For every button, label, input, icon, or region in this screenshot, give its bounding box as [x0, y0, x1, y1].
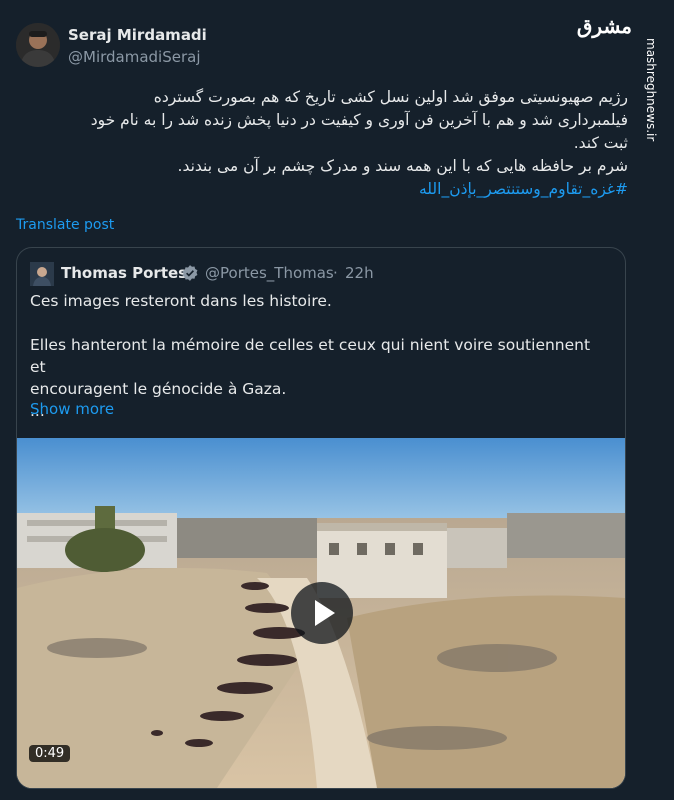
- verified-badge-icon: [181, 264, 199, 282]
- author-avatar[interactable]: [16, 23, 60, 67]
- quote-timestamp[interactable]: 22h: [345, 264, 374, 282]
- tweet-body: رژیم صهیونسیتی موفق شد اولین نسل کشی تار…: [20, 86, 628, 201]
- quote-body: Ces images resteront dans les histoire. …: [30, 290, 610, 422]
- tweet-line: رژیم صهیونسیتی موفق شد اولین نسل کشی تار…: [153, 88, 628, 106]
- quoted-tweet-card[interactable]: Thomas Portes @Portes_Thomas · 22h Ces i…: [16, 247, 626, 789]
- play-icon: [315, 600, 335, 626]
- watermark-url: mashreghnews.ir: [644, 38, 658, 142]
- video-player[interactable]: 0:49: [17, 438, 625, 788]
- watermark-logo: مشرق: [576, 14, 632, 38]
- quote-line: ...: [30, 402, 45, 420]
- separator-dot: ·: [333, 264, 338, 282]
- video-duration: 0:49: [29, 745, 71, 762]
- quote-author-handle[interactable]: @Portes_Thomas: [205, 264, 334, 282]
- quote-line: Ces images resteront dans les histoire.: [30, 292, 332, 310]
- play-button[interactable]: [291, 582, 353, 644]
- hashtag-link[interactable]: #غزه_تقاوم_وستنتصر_بإذن_الله: [419, 180, 628, 198]
- tweet-line: فیلمبرداری شد و هم با آخرین فن آوری و کی…: [90, 111, 628, 129]
- show-more-link[interactable]: Show more: [30, 400, 114, 418]
- tweet-line: شرم بر حافظه هایی که با این همه سند و مد…: [177, 157, 628, 175]
- quote-author-name[interactable]: Thomas Portes: [61, 264, 187, 282]
- quote-line: encouragent le génocide à Gaza.: [30, 380, 287, 398]
- translate-post-link[interactable]: Translate post: [16, 217, 114, 233]
- tweet-line: ثبت کند.: [573, 134, 628, 152]
- quote-line: Elles hanteront la mémoire de celles et …: [30, 336, 591, 376]
- author-handle[interactable]: @MirdamadiSeraj: [68, 48, 201, 66]
- author-name[interactable]: Seraj Mirdamadi: [68, 26, 207, 44]
- quote-author-avatar[interactable]: [30, 262, 54, 286]
- quote-line: [30, 312, 610, 334]
